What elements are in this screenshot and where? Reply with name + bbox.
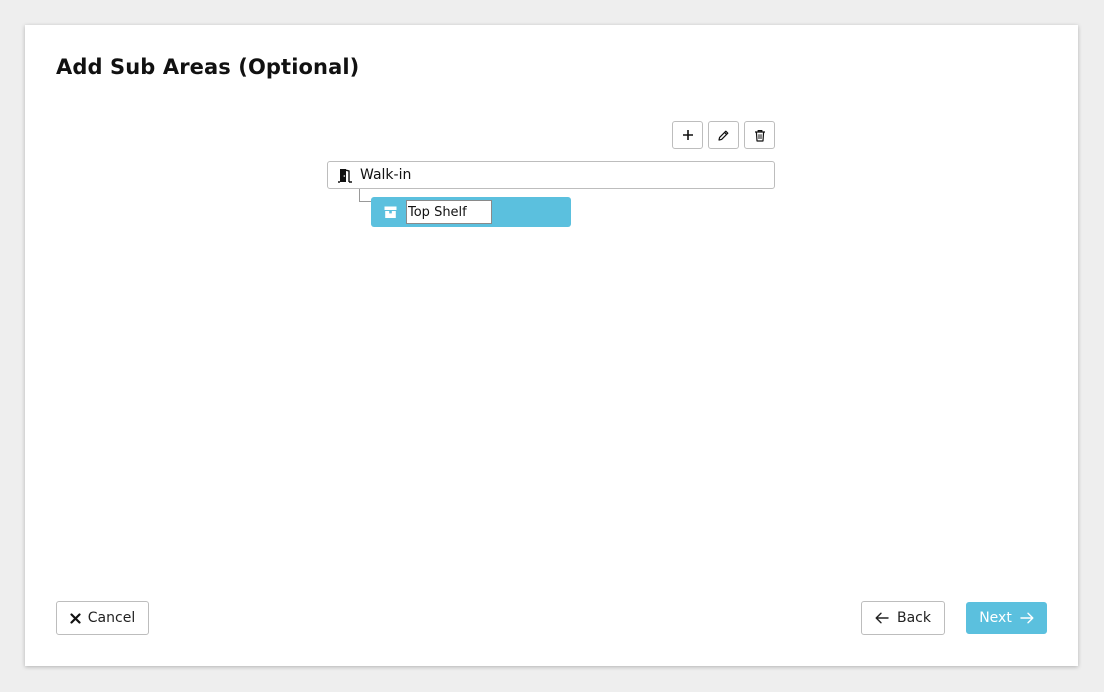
- back-label: Back: [897, 610, 931, 626]
- arrow-left-icon: [875, 612, 889, 624]
- edit-node-button[interactable]: [708, 121, 739, 149]
- next-button[interactable]: Next: [966, 602, 1047, 634]
- trash-icon: [754, 129, 765, 142]
- arrow-right-icon: [1020, 612, 1034, 624]
- cancel-button[interactable]: Cancel: [56, 601, 149, 635]
- add-node-button[interactable]: [672, 121, 703, 149]
- box-icon: [384, 206, 397, 218]
- close-icon: [70, 612, 81, 624]
- page-title: Add Sub Areas (Optional): [56, 55, 360, 79]
- next-label: Next: [979, 610, 1012, 626]
- delete-node-button[interactable]: [744, 121, 775, 149]
- tree-node-label: Walk-in: [360, 167, 412, 183]
- plus-icon: [682, 130, 693, 140]
- wizard-card: Add Sub Areas (Optional) Walk-in Top She…: [25, 25, 1078, 666]
- tree-toolbar: [672, 121, 775, 149]
- door-icon: [338, 168, 352, 183]
- pencil-icon: [718, 130, 729, 141]
- back-button[interactable]: Back: [861, 601, 945, 635]
- cancel-label: Cancel: [87, 610, 136, 626]
- node-name-input[interactable]: [406, 200, 492, 224]
- tree-node-top-shelf[interactable]: [371, 197, 571, 227]
- tree-node-walk-in[interactable]: Walk-in: [327, 161, 775, 189]
